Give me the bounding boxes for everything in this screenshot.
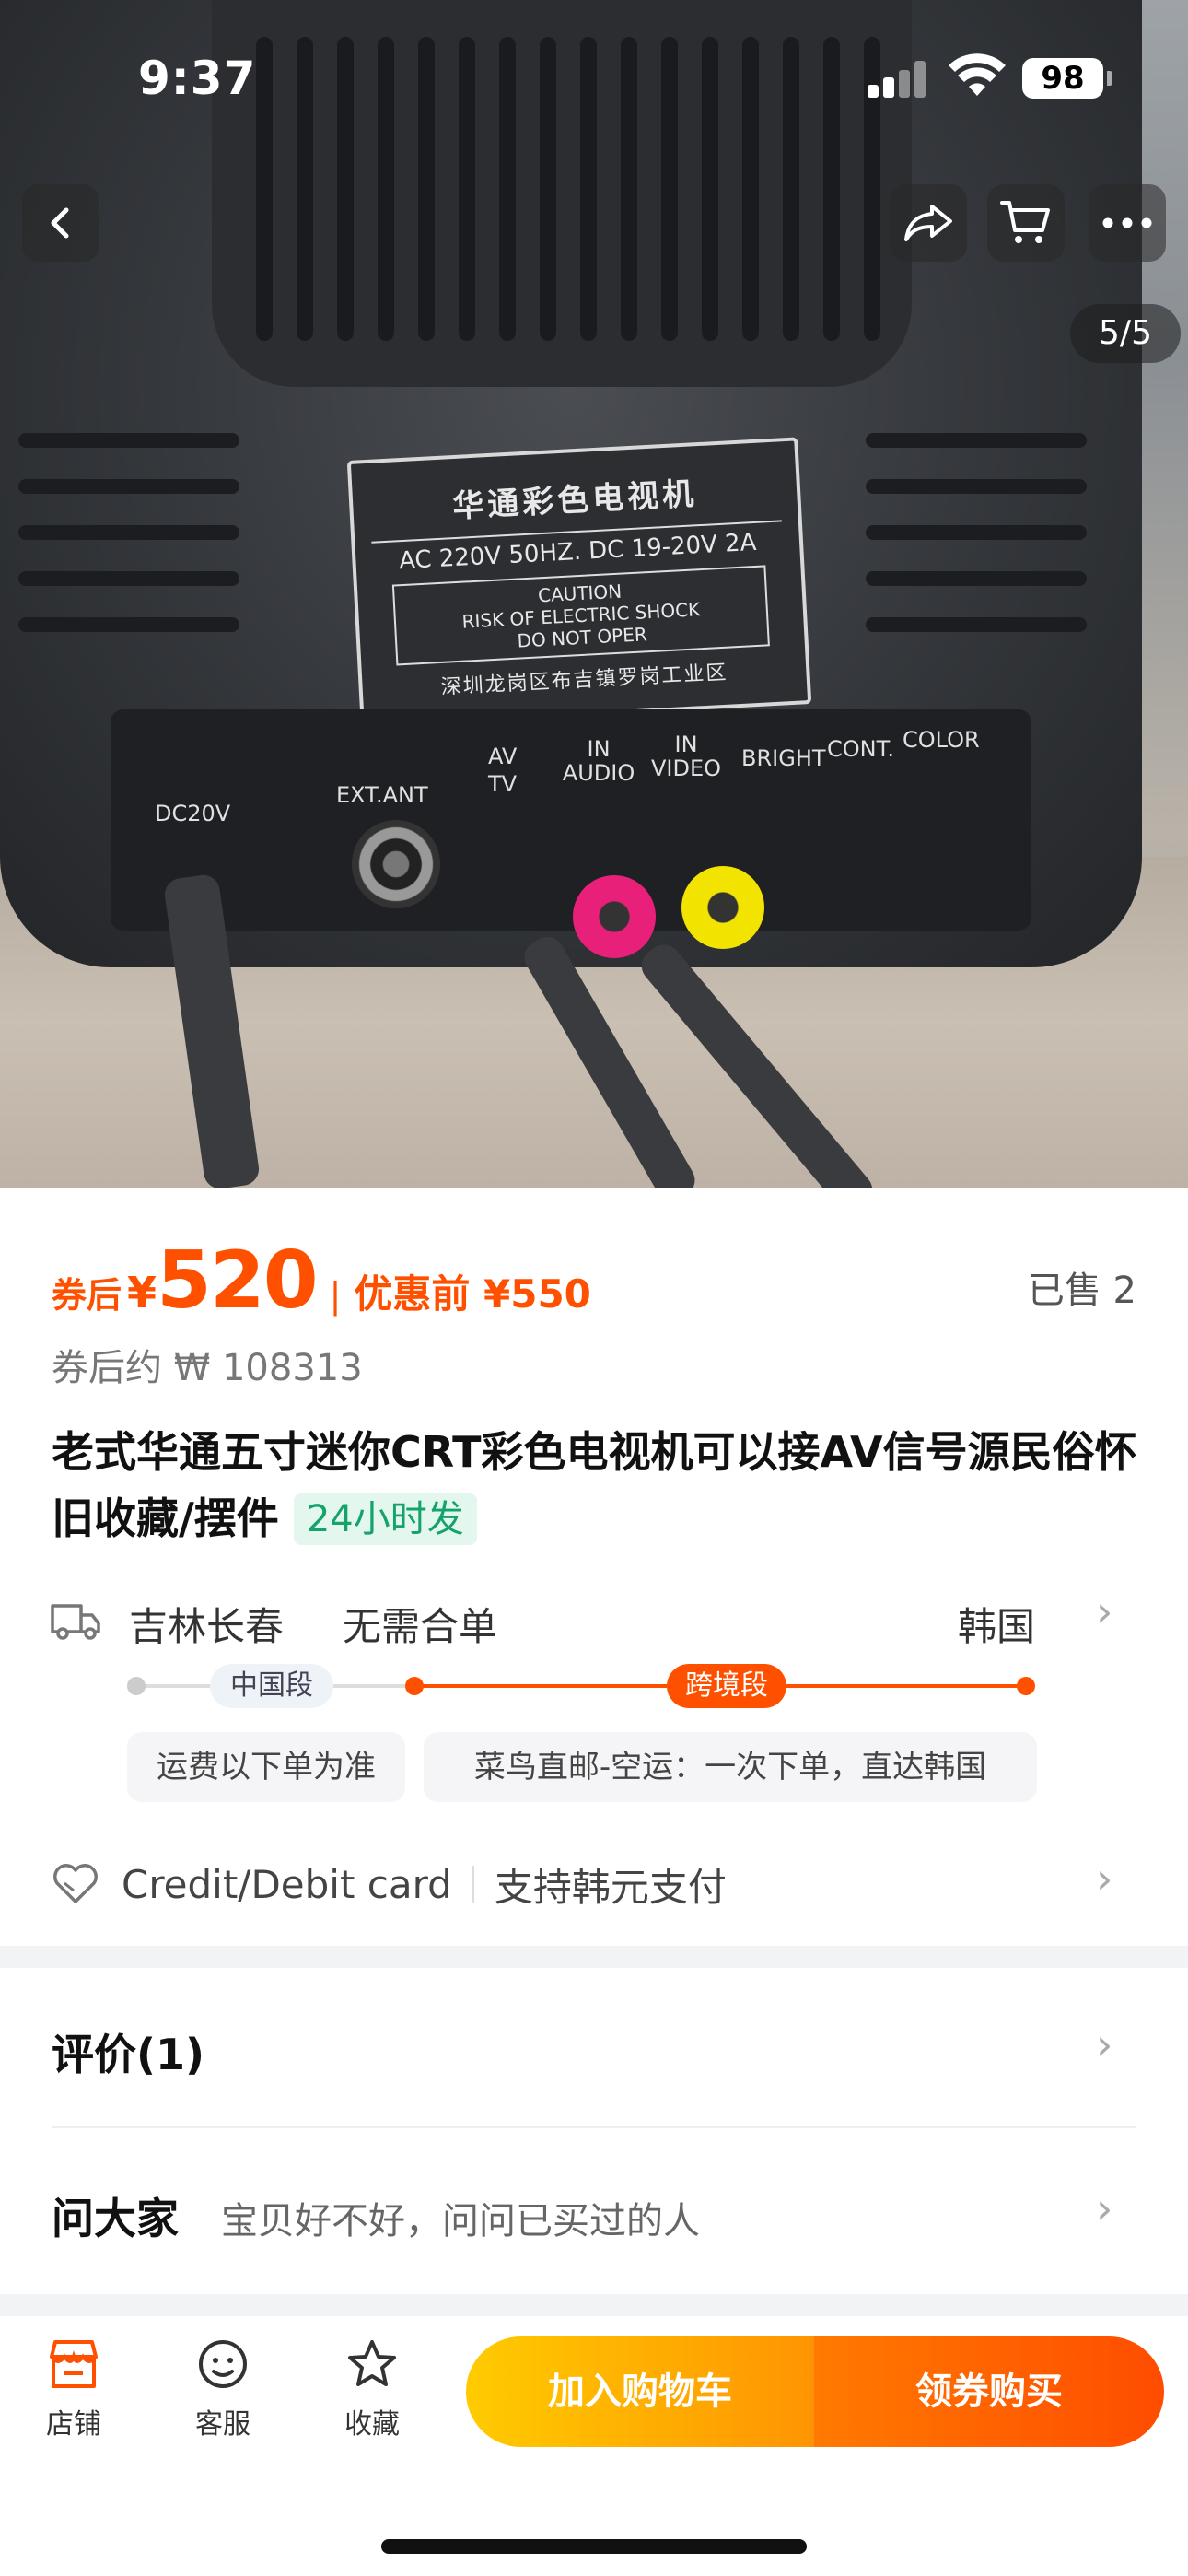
qa-title[interactable]: 问大家 [52, 2185, 179, 2246]
payment-row[interactable]: Credit/Debit card 支持韩元支付 [52, 1852, 727, 1916]
chevron-right-icon[interactable]: › [1096, 1854, 1112, 1903]
add-to-cart-button[interactable]: 加入购物车 [466, 2336, 814, 2447]
shipping-speed-tag: 24小时发 [293, 1493, 477, 1545]
status-time: 9:37 [138, 52, 257, 105]
shipping-destination[interactable]: 韩国 [958, 1596, 1035, 1652]
qa-subtitle[interactable]: 宝贝好不好，问问已买过的人 [221, 2191, 700, 2244]
cross-border-segment-pill: 跨境段 [667, 1664, 786, 1708]
share-button[interactable] [890, 184, 967, 262]
domestic-segment-pill: 中国段 [210, 1664, 333, 1708]
image-counter: 5/5 [1070, 304, 1181, 363]
panel-label: CONT. [827, 736, 895, 762]
chevron-right-icon[interactable]: › [1096, 1587, 1112, 1636]
product-title-text: 老式华通五寸迷你CRT彩色电视机可以接AV信号源民俗怀旧收藏/摆件 [52, 1427, 1137, 1543]
home-indicator[interactable] [381, 2539, 807, 2554]
service-label: 客服 [195, 2408, 250, 2441]
buy-with-coupon-button[interactable]: 领券购买 [814, 2336, 1164, 2447]
favorite-label: 收藏 [344, 2408, 400, 2441]
panel-label: DC20V [155, 801, 231, 826]
original-price: 优惠前 ¥550 [354, 1271, 591, 1317]
price-separator: | [329, 1275, 342, 1316]
photo-side-vent-slot [866, 571, 1087, 586]
panel-label: IN AUDIO [562, 736, 635, 787]
photo-side-vent-slot [18, 617, 239, 632]
row-divider [52, 2126, 1136, 2128]
panel-label: EXT.ANT [336, 782, 428, 808]
photo-side-vent-slot [866, 433, 1087, 448]
service-tab[interactable]: 客服 [168, 2338, 278, 2441]
product-title: 老式华通五寸迷你CRT彩色电视机可以接AV信号源民俗怀旧收藏/摆件 24小时发 [52, 1419, 1138, 1551]
battery-icon: 98 [1022, 58, 1103, 99]
panel-label: TV [488, 771, 518, 797]
price-value: 520 [157, 1235, 319, 1327]
product-photo[interactable]: 华通彩色电视机 AC 220V 50HZ. DC 19-20V 2A CAUTI… [0, 0, 1188, 1188]
panel-label: IN VIDEO [650, 732, 722, 782]
heart-icon [53, 1864, 98, 1903]
reviews-title[interactable]: 评价(1) [52, 2021, 204, 2082]
star-icon [348, 2340, 396, 2386]
payment-divider [472, 1866, 474, 1903]
status-bar: 9:37 98 [0, 0, 1188, 138]
photo-side-vent-slot [18, 433, 239, 448]
sold-count: 已售 2 [1027, 1270, 1136, 1312]
photo-side-vent-slot [18, 479, 239, 494]
price-row: 券后 ¥ 520 | 优惠前 ¥550 [52, 1235, 591, 1327]
payment-method: Credit/Debit card [122, 1861, 452, 1907]
cross-border-note: 菜鸟直邮-空运：一次下单，直达韩国 [424, 1732, 1037, 1802]
plate-brand: 华通彩色电视机 [451, 475, 699, 526]
more-button[interactable] [1089, 184, 1166, 262]
cart-button[interactable] [987, 184, 1065, 262]
price-label: 券后 [52, 1275, 122, 1316]
combine-order-note: 无需合单 [343, 1604, 498, 1649]
antenna-jack [352, 820, 440, 908]
panel-label: COLOR [903, 727, 980, 753]
chevron-left-icon [51, 207, 69, 239]
domestic-note: 运费以下单为准 [127, 1732, 405, 1802]
plate-caution: CAUTION RISK OF ELECTRIC SHOCK DO NOT OP… [391, 565, 770, 666]
photo-side-vent-slot [866, 479, 1087, 494]
more-dots-icon [1102, 217, 1152, 228]
shopping-cart-icon [1000, 201, 1050, 243]
battery-nub [1107, 71, 1112, 86]
photo-side-vent-slot [866, 525, 1087, 540]
customer-service-icon [199, 2340, 247, 2388]
chevron-right-icon[interactable]: › [1096, 2020, 1112, 2069]
section-gap [0, 2294, 1188, 2316]
track-dot-end [1017, 1677, 1035, 1695]
photo-side-vent-slot [866, 617, 1087, 632]
photo-side-vent-slot [18, 525, 239, 540]
store-label: 店铺 [46, 2408, 101, 2441]
track-dot-start [127, 1677, 146, 1695]
store-tab[interactable]: 店铺 [18, 2338, 129, 2441]
back-button[interactable] [22, 184, 99, 262]
photo-pink-plug [573, 875, 656, 958]
price-currency: ¥ [127, 1268, 157, 1317]
share-icon [904, 205, 952, 241]
photo-yellow-plug [681, 866, 764, 949]
wifi-icon [949, 53, 1006, 96]
favorite-tab[interactable]: 收藏 [317, 2338, 427, 2441]
shipping-origin: 吉林长春 [129, 1604, 285, 1649]
photo-nameplate: 华通彩色电视机 AC 220V 50HZ. DC 19-20V 2A CAUTI… [346, 437, 812, 728]
panel-label: AV [488, 744, 518, 769]
photo-side-vent-slot [18, 571, 239, 586]
track-dot-mid [405, 1677, 424, 1695]
panel-label: BRIGHT [741, 745, 826, 771]
chevron-right-icon[interactable]: › [1096, 2184, 1112, 2233]
cellular-signal-icon [868, 61, 926, 98]
truck-icon [51, 1604, 100, 1640]
store-icon [50, 2340, 98, 2388]
payment-note: 支持韩元支付 [494, 1864, 727, 1910]
approx-price: 券后约 ₩ 108313 [52, 1347, 363, 1389]
section-gap [0, 1946, 1188, 1968]
photo-rear-panel: DC20V EXT.ANT AV TV IN AUDIO IN VIDEO BR… [111, 709, 1031, 931]
